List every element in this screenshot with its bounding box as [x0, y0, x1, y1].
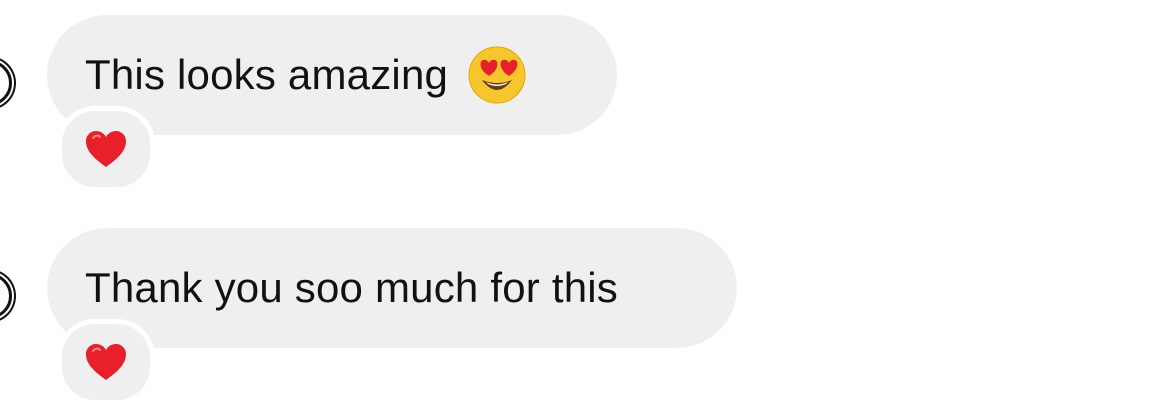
- message-bubble[interactable]: Thank you soo much for this: [47, 228, 737, 348]
- heart-icon: [86, 131, 126, 167]
- message-thread: This looks amazing Thank you soo much fo…: [0, 0, 1169, 417]
- avatar[interactable]: [0, 273, 12, 319]
- message-text: This looks amazing: [85, 51, 449, 98]
- heart-icon: [86, 344, 126, 380]
- reaction-badge[interactable]: [57, 106, 155, 192]
- heart-eyes-emoji-icon: [468, 46, 526, 104]
- reaction-badge[interactable]: [57, 319, 155, 405]
- avatar[interactable]: [0, 60, 12, 106]
- message-text: Thank you soo much for this: [85, 264, 618, 311]
